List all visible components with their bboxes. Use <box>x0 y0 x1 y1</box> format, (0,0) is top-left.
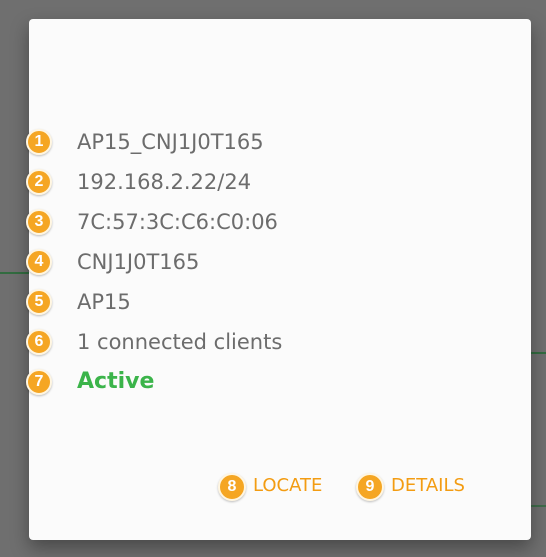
details-button[interactable]: 9 DETAILS <box>356 469 496 503</box>
callout-badge-6: 6 <box>26 329 52 355</box>
serial-number: CNJ1J0T165 <box>77 250 200 274</box>
details-button-label: DETAILS <box>391 475 465 496</box>
callout-badge-3: 3 <box>26 209 52 235</box>
info-row-model: 5 AP15 <box>26 289 531 321</box>
callout-badge-8: 8 <box>218 473 246 501</box>
info-row-serial: 4 CNJ1J0T165 <box>26 249 531 281</box>
info-row-mac: 3 7C:57:3C:C6:C0:06 <box>26 209 531 241</box>
info-row-status: 7 Active <box>26 369 531 401</box>
mac-address: 7C:57:3C:C6:C0:06 <box>77 210 278 234</box>
model-name: AP15 <box>77 290 131 314</box>
locate-button[interactable]: 8 LOCATE <box>218 469 353 503</box>
locate-button-label: LOCATE <box>253 475 323 496</box>
card-actions: 8 LOCATE 9 DETAILS <box>29 469 531 509</box>
callout-badge-4: 4 <box>26 249 52 275</box>
status-active: Active <box>77 369 155 394</box>
ip-address: 192.168.2.22/24 <box>77 170 252 194</box>
callout-badge-1: 1 <box>26 129 52 155</box>
device-name: AP15_CNJ1J0T165 <box>77 130 264 154</box>
connected-clients-count: 1 connected clients <box>77 330 283 354</box>
info-row-clients: 6 1 connected clients <box>26 329 531 361</box>
access-point-info-card: 1 AP15_CNJ1J0T165 2 192.168.2.22/24 3 7C… <box>26 19 531 540</box>
callout-badge-2: 2 <box>26 169 52 195</box>
callout-badge-9: 9 <box>356 473 384 501</box>
info-row-ip: 2 192.168.2.22/24 <box>26 169 531 201</box>
info-row-name: 1 AP15_CNJ1J0T165 <box>26 129 531 161</box>
callout-badge-5: 5 <box>26 289 52 315</box>
callout-badge-7: 7 <box>26 369 52 395</box>
